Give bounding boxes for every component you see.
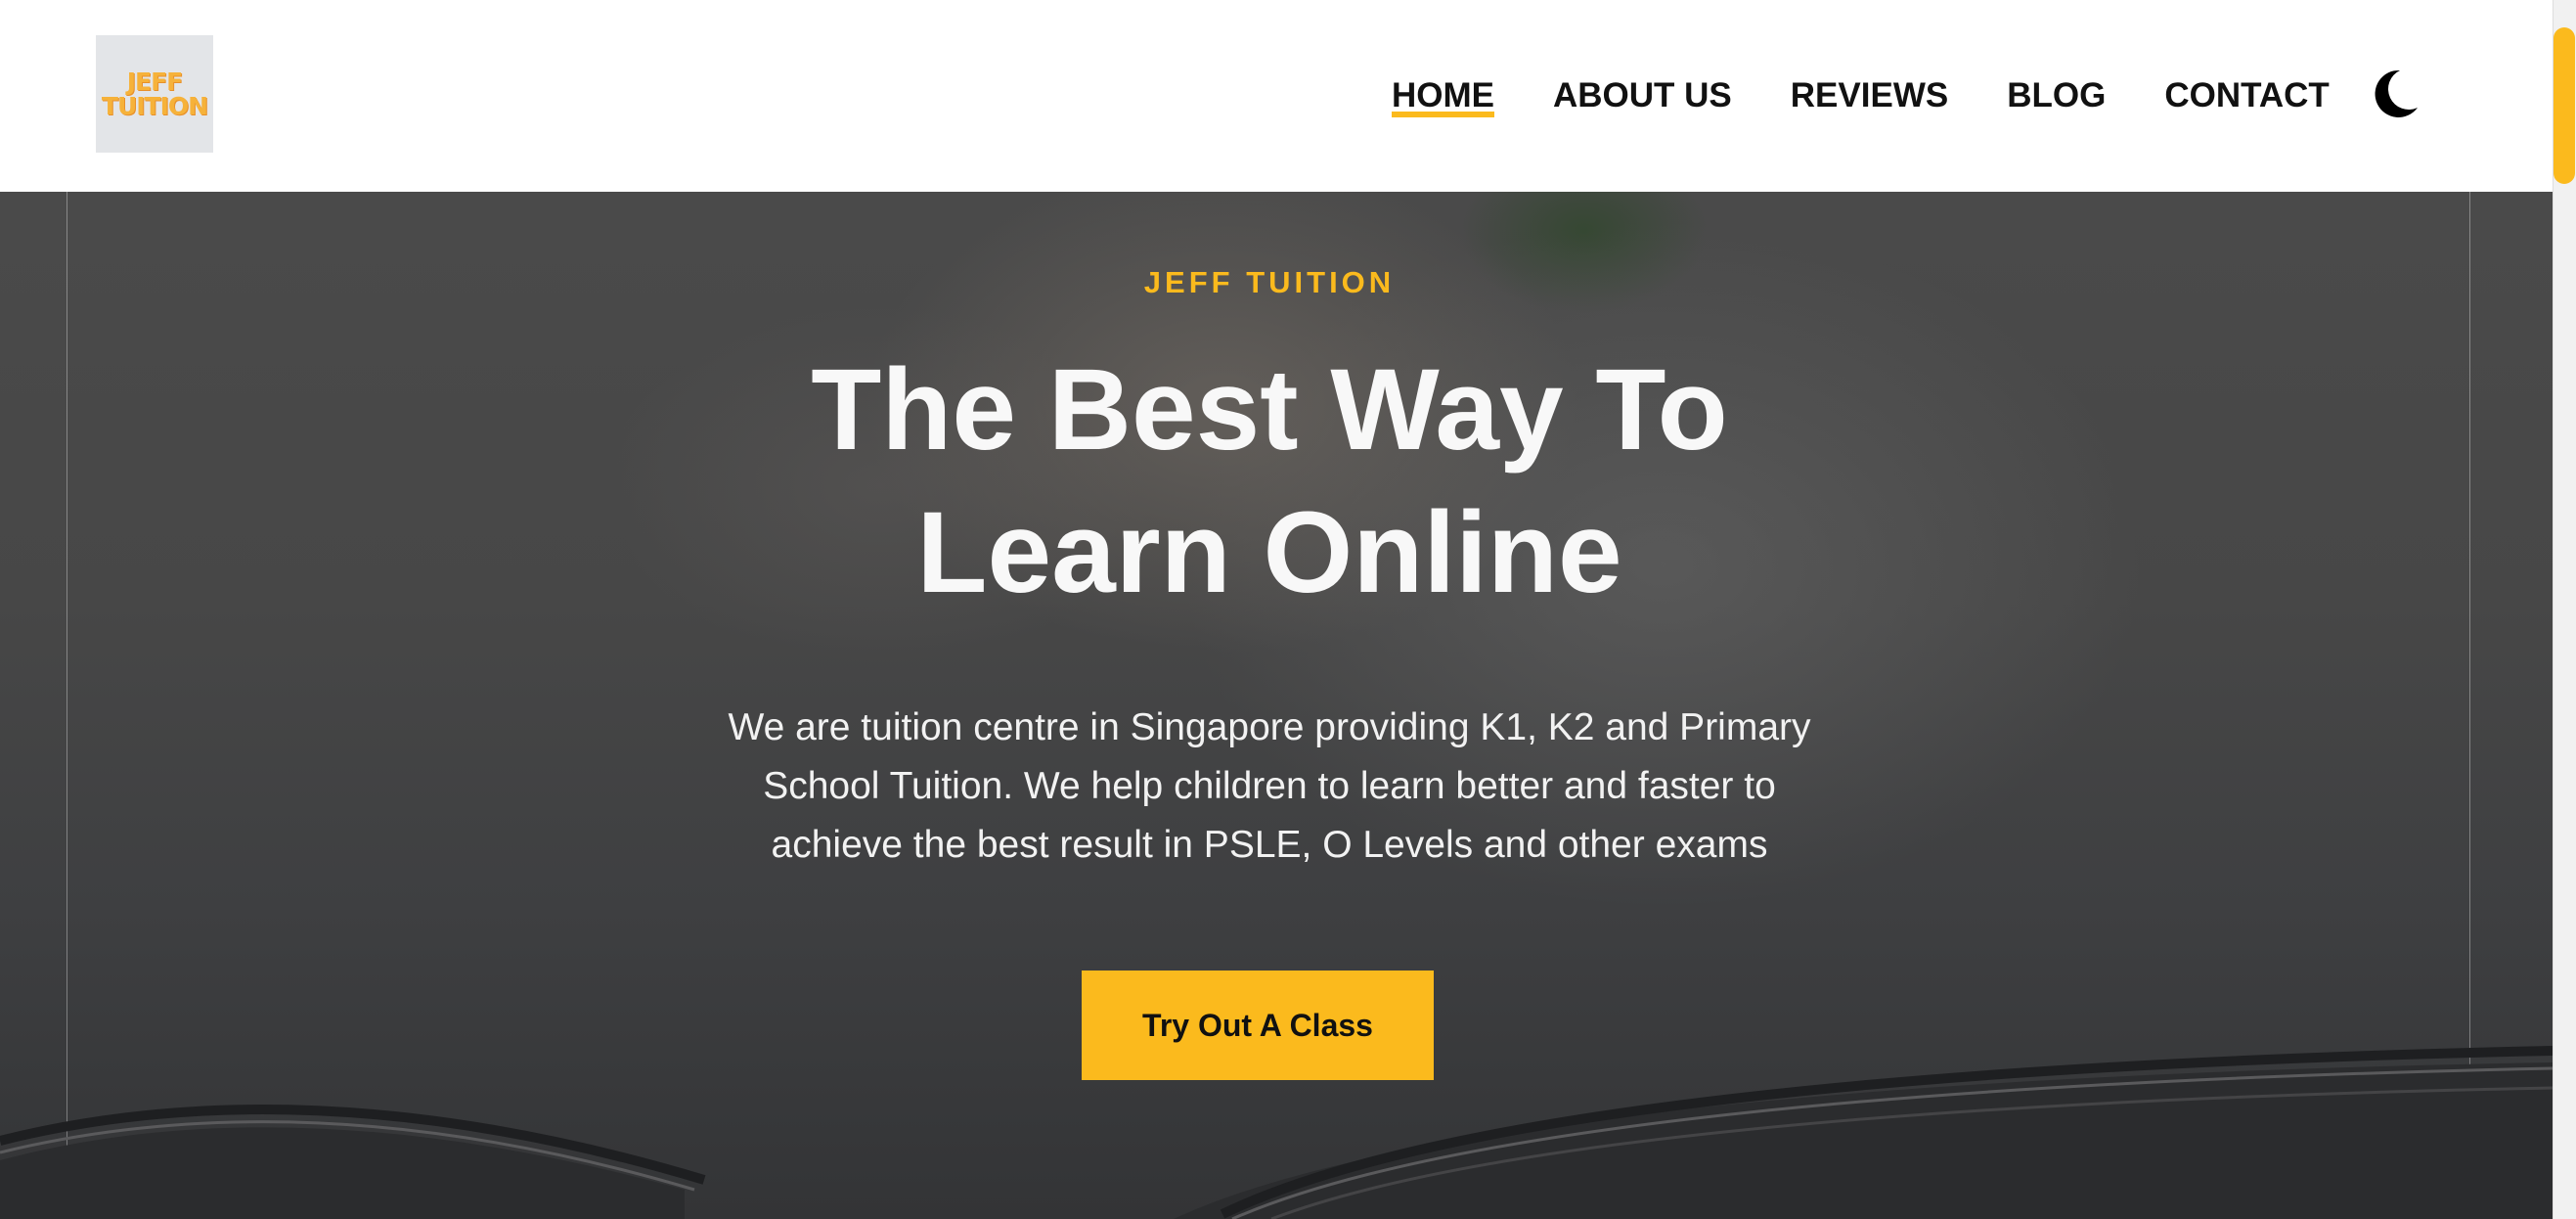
- hero-title-line1: The Best Way To: [811, 345, 1728, 474]
- logo-text-line1: JEFF: [126, 68, 184, 96]
- main-nav: HOME ABOUT US REVIEWS BLOG CONTACT: [1392, 70, 2330, 121]
- nav-item-reviews[interactable]: REVIEWS: [1791, 76, 1948, 115]
- nav-item-blog[interactable]: BLOG: [2007, 76, 2106, 115]
- hero-title: The Best Way To Learn Online: [0, 339, 2539, 624]
- moon-icon: [2375, 69, 2418, 117]
- hero-eyebrow: JEFF TUITION: [1143, 265, 1396, 299]
- nav-item-home[interactable]: HOME: [1392, 76, 1494, 117]
- hero-section: JEFF TUITION The Best Way To Learn Onlin…: [0, 192, 2553, 1219]
- page: JEFF TUITION HOME ABOUT US REVIEWS BLOG …: [0, 0, 2576, 1219]
- theme-toggle-button[interactable]: [2371, 67, 2421, 121]
- hero-title-line2: Learn Online: [916, 488, 1622, 617]
- nav-item-about-us[interactable]: ABOUT US: [1553, 76, 1732, 115]
- site-header: JEFF TUITION HOME ABOUT US REVIEWS BLOG …: [0, 0, 2553, 192]
- hero-description: We are tuition centre in Singapore provi…: [728, 706, 1811, 866]
- site-logo[interactable]: JEFF TUITION: [96, 35, 213, 153]
- scrollbar-thumb[interactable]: [2554, 27, 2575, 184]
- nav-item-contact[interactable]: CONTACT: [2164, 76, 2330, 115]
- try-out-class-button[interactable]: Try Out A Class: [1082, 971, 1434, 1080]
- logo-text-line2: TUITION: [101, 92, 208, 120]
- page-scrollbar[interactable]: [2553, 0, 2576, 1219]
